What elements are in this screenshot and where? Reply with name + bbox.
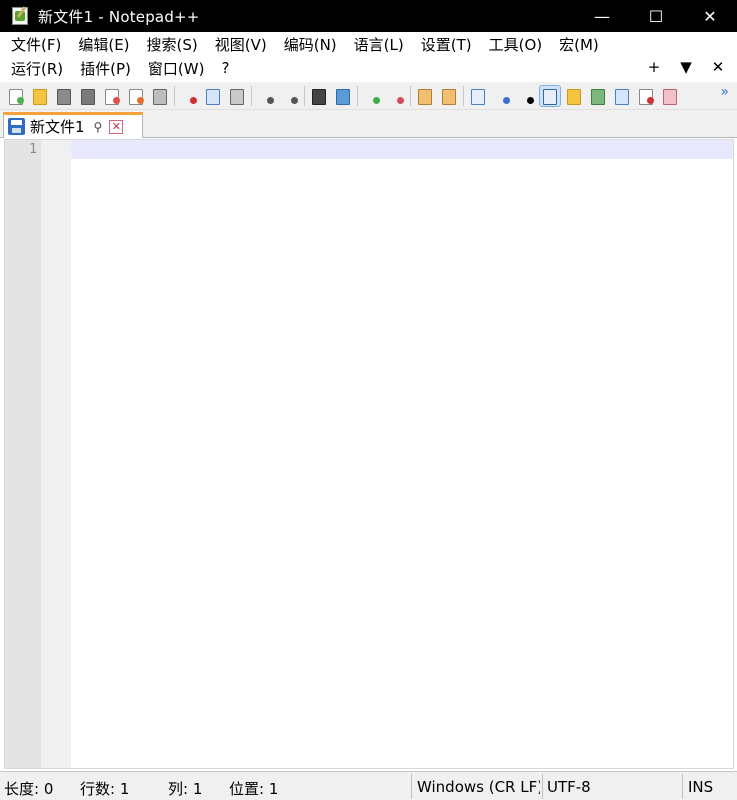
tab-new-file-1[interactable]: 新文件1 ⚲ ✕ (3, 112, 143, 138)
zoom-out-icon[interactable] (386, 86, 406, 106)
status-position: 位置: 1 (229, 780, 279, 798)
copy-icon[interactable] (203, 86, 223, 106)
stop-recording-icon[interactable] (660, 86, 680, 106)
indent-guide-icon[interactable] (539, 84, 561, 107)
status-insert-mode[interactable]: INS (688, 778, 734, 796)
word-wrap-icon[interactable] (468, 86, 488, 106)
close-icon[interactable] (102, 86, 122, 106)
document-map-icon[interactable] (564, 86, 584, 106)
tab-label: 新文件1 (30, 118, 85, 136)
status-divider (542, 774, 543, 799)
pin-icon[interactable]: ⚲ (94, 120, 103, 134)
menu-settings[interactable]: 设置(T) (421, 34, 472, 55)
window-controls: — ☐ ✕ (575, 0, 737, 32)
undo-icon[interactable] (256, 86, 276, 106)
print-icon[interactable] (150, 86, 170, 106)
save-icon (8, 118, 25, 135)
menu-help[interactable]: ? (221, 59, 229, 77)
status-lines: 行数: 1 (80, 780, 130, 798)
show-all-characters-icon[interactable] (492, 86, 512, 106)
function-list-icon[interactable] (588, 86, 608, 106)
close-window-button[interactable]: ✕ (683, 0, 737, 32)
toolbar-separator (174, 85, 175, 106)
toolbar-separator (463, 85, 464, 106)
status-divider (411, 774, 412, 799)
menu-view[interactable]: 视图(V) (215, 34, 267, 55)
toolbar-overflow-icon[interactable]: » (720, 84, 729, 100)
status-divider (682, 774, 683, 799)
status-column: 列: 1 (168, 780, 203, 798)
status-bar: 长度: 0 行数: 1 列: 1 位置: 1 Windows (CR LF) U… (0, 771, 737, 800)
minimize-button[interactable]: — (575, 0, 629, 32)
tab-list-dropdown-button[interactable]: ▼ (675, 58, 697, 76)
toolbar-separator (304, 85, 305, 106)
menu-row-2: 运行(R) 插件(P) 窗口(W) ? (0, 56, 737, 80)
current-line-highlight (71, 140, 733, 159)
save-all-icon[interactable] (78, 86, 98, 106)
text-editor[interactable] (71, 140, 733, 768)
status-eol[interactable]: Windows (CR LF) (417, 778, 540, 796)
folder-as-workspace-icon[interactable] (612, 86, 632, 106)
menu-run[interactable]: 运行(R) (11, 58, 63, 79)
notepad-plus-plus-icon (12, 7, 28, 25)
window-title: 新文件1 - Notepad++ (38, 7, 200, 26)
menu-window[interactable]: 窗口(W) (148, 58, 205, 79)
open-file-icon[interactable] (30, 86, 50, 106)
tab-close-button[interactable]: ✕ (109, 119, 124, 134)
line-number: 1 (29, 142, 37, 157)
menu-row-1: 文件(F) 编辑(E) 搜索(S) 视图(V) 编码(N) 语言(L) 设置(T… (0, 32, 737, 56)
redo-icon[interactable] (280, 86, 300, 106)
menu-tools[interactable]: 工具(O) (489, 34, 543, 55)
maximize-button[interactable]: ☐ (629, 0, 683, 32)
paste-icon[interactable] (227, 86, 247, 106)
menu-edit[interactable]: 编辑(E) (78, 34, 129, 55)
status-encoding[interactable]: UTF-8 (547, 778, 591, 796)
close-document-button[interactable]: ✕ (707, 58, 729, 76)
toolbar: » (0, 82, 737, 110)
save-icon[interactable] (54, 86, 74, 106)
fold-margin[interactable] (41, 140, 71, 768)
status-length: 长度: 0 (4, 780, 54, 798)
toolbar-separator (410, 85, 411, 106)
menu-encoding[interactable]: 编码(N) (284, 34, 337, 55)
menu-bar: 文件(F) 编辑(E) 搜索(S) 视图(V) 编码(N) 语言(L) 设置(T… (0, 32, 737, 82)
menu-search[interactable]: 搜索(S) (147, 34, 198, 55)
find-icon[interactable] (309, 86, 329, 106)
line-number-gutter: 1 (5, 140, 41, 768)
new-tab-button[interactable]: + (643, 58, 665, 76)
title-bar: 新文件1 - Notepad++ — ☐ ✕ (0, 0, 737, 32)
sync-horizontal-icon[interactable] (439, 86, 459, 106)
toolbar-separator (357, 85, 358, 106)
menu-plugins[interactable]: 插件(P) (80, 58, 131, 79)
new-file-icon[interactable] (6, 86, 26, 106)
sync-vertical-icon[interactable] (415, 86, 435, 106)
menu-right-controls: + ▼ ✕ (643, 58, 729, 76)
menu-file[interactable]: 文件(F) (11, 34, 61, 55)
toolbar-dropdown-icon[interactable] (516, 86, 536, 106)
close-all-icon[interactable] (126, 86, 146, 106)
toolbar-separator (251, 85, 252, 106)
menu-language[interactable]: 语言(L) (354, 34, 404, 55)
cut-icon[interactable] (179, 86, 199, 106)
document-tab-bar: 新文件1 ⚲ ✕ (0, 110, 737, 138)
record-macro-icon[interactable] (636, 86, 656, 106)
editor-pane: 1 (4, 139, 734, 769)
menu-macro[interactable]: 宏(M) (559, 34, 599, 55)
replace-icon[interactable] (333, 86, 353, 106)
zoom-in-icon[interactable] (362, 86, 382, 106)
